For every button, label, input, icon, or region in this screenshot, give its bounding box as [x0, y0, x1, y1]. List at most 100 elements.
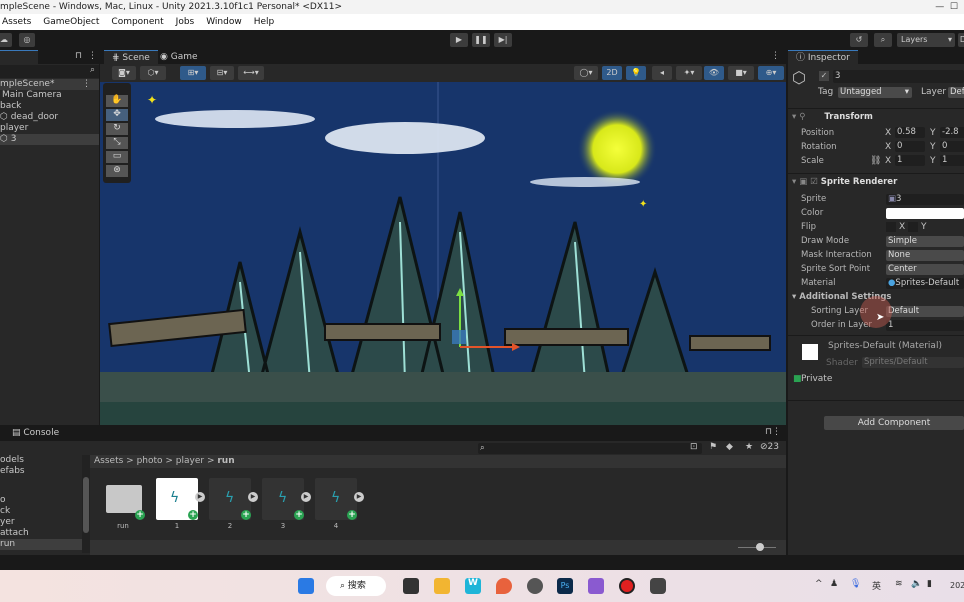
transform-tool-icon[interactable]: ⊛ [106, 165, 128, 177]
folder-item[interactable]: odels [0, 455, 24, 466]
unity-hub-icon[interactable] [527, 578, 543, 594]
hierarchy-item[interactable]: ⬡ dead_door [0, 112, 58, 123]
play-animation-icon[interactable]: ▶ [195, 492, 205, 502]
layer-dropdown[interactable]: Def [948, 87, 964, 98]
breadcrumb-item[interactable]: run [217, 456, 234, 466]
hierarchy-item[interactable]: back [0, 101, 21, 112]
project-search[interactable]: ⌕ [478, 443, 702, 454]
lighting-icon[interactable]: 💡 [626, 66, 646, 80]
hierarchy-item-selected[interactable]: ⬡ 3 [0, 134, 99, 145]
qq-icon[interactable]: ♟ [830, 579, 838, 589]
lock-icon[interactable]: ⊓ [75, 51, 82, 61]
draw-mode-dropdown[interactable]: Simple [886, 236, 964, 247]
menu-assets[interactable]: Assets [2, 14, 31, 30]
wps-icon[interactable]: W [465, 578, 481, 594]
order-in-layer-field[interactable]: 1 [886, 320, 964, 331]
icon-size-slider[interactable] [756, 543, 764, 551]
hierarchy-search[interactable]: ⌕ [0, 65, 99, 78]
flip-x-checkbox[interactable] [886, 222, 896, 232]
move-tool-icon[interactable]: ✥ [106, 109, 128, 121]
tag-dropdown[interactable]: Untagged ▾ [838, 87, 912, 98]
sort-point-dropdown[interactable]: Center [886, 264, 964, 275]
selected-sprite[interactable] [452, 330, 466, 344]
grid-snap-dropdown[interactable]: ⊞▾ [180, 66, 206, 80]
more-icon[interactable]: ⋮ [88, 51, 97, 61]
menu-component[interactable]: Component [111, 14, 163, 30]
tab-scene[interactable]: ⋕ Scene [104, 50, 158, 64]
scene-viewport[interactable]: ✦ ✦ [100, 82, 786, 425]
taskbar-search[interactable]: ⌕ 搜索 [326, 576, 386, 596]
link-icon[interactable]: ⛓ [870, 156, 881, 166]
2d-toggle[interactable]: 2D [602, 66, 622, 80]
rotation-y[interactable]: 0 [940, 141, 964, 152]
rotate-tool-icon[interactable]: ↻ [106, 123, 128, 135]
folder-item[interactable]: ck [0, 506, 10, 517]
history-icon[interactable]: ↺ [850, 33, 868, 47]
browser-icon[interactable] [496, 578, 512, 594]
task-view-icon[interactable] [403, 578, 419, 594]
transform-header[interactable]: ▾ ⚲ Transform [788, 108, 964, 124]
search-by-type-icon[interactable]: ⊡ [690, 442, 698, 452]
play-button[interactable]: ▶ [450, 33, 468, 47]
collab-icon[interactable]: ◎ [19, 33, 35, 47]
volume-icon[interactable]: 🔈 [911, 579, 922, 589]
rect-tool-icon[interactable]: ▭ [106, 151, 128, 163]
rotation-x[interactable]: 0 [895, 141, 925, 152]
hierarchy-item[interactable]: player [0, 123, 28, 134]
cloud-icon[interactable]: ☁ [0, 33, 12, 47]
breadcrumb-item[interactable]: Assets [94, 456, 123, 466]
material-field[interactable]: ●Sprites-Default [886, 278, 964, 289]
menu-jobs[interactable]: Jobs [176, 14, 195, 30]
file-explorer-icon[interactable] [434, 578, 450, 594]
more-icon[interactable]: ⋮ [771, 51, 780, 61]
filter-type-icon[interactable]: ⚑ [709, 442, 717, 452]
folder-item-selected[interactable]: run [0, 539, 82, 550]
wifi-icon[interactable]: ≋ [895, 579, 903, 589]
unity-icon[interactable] [650, 578, 666, 594]
folder-icon[interactable] [106, 485, 142, 513]
grid-dropdown[interactable]: ⊟▾ [210, 66, 234, 80]
record-icon[interactable] [619, 578, 635, 594]
position-y[interactable]: -2.8 [940, 127, 964, 138]
pause-button[interactable]: ❚❚ [472, 33, 490, 47]
play-animation-icon[interactable]: ▶ [248, 492, 258, 502]
active-checkbox[interactable]: ✓ [819, 71, 829, 81]
tab-game[interactable]: ◉ Game [152, 50, 206, 64]
step-button[interactable]: ▶| [494, 33, 512, 47]
play-animation-icon[interactable]: ▶ [301, 492, 311, 502]
hierarchy-item[interactable]: Main Camera [2, 90, 62, 101]
scale-x[interactable]: 1 [895, 155, 925, 166]
effects-dropdown[interactable]: ✦▾ [676, 66, 702, 80]
sprite-renderer-header[interactable]: ▾ ▣ ☑ Sprite Renderer [788, 173, 964, 189]
folder-item[interactable]: efabs [0, 466, 25, 477]
menu-gameobject[interactable]: GameObject [43, 14, 99, 30]
mask-interaction-dropdown[interactable]: None [886, 250, 964, 261]
breadcrumb-item[interactable]: photo [137, 456, 163, 466]
play-animation-icon[interactable]: ▶ [354, 492, 364, 502]
tab-hierarchy[interactable] [0, 50, 38, 64]
microphone-icon[interactable]: 🎙 [850, 579, 861, 589]
render-mode-dropdown[interactable]: ◯▾ [574, 66, 598, 80]
folder-tree-scrollbar[interactable] [82, 455, 90, 553]
clock[interactable]: 202 [950, 581, 964, 590]
layout-dropdown[interactable]: D [958, 33, 964, 47]
folder-item[interactable]: yer [0, 517, 15, 528]
hand-tool-icon[interactable]: ✋ [106, 95, 128, 107]
lock-icon[interactable]: ⊓ [765, 427, 772, 437]
window-controls[interactable]: — ☐ [935, 0, 958, 14]
start-icon[interactable] [298, 578, 314, 594]
menu-help[interactable]: Help [254, 14, 275, 30]
filter-label-icon[interactable]: ◆ [726, 442, 733, 452]
visual-studio-icon[interactable] [588, 578, 604, 594]
scale-y[interactable]: 1 [940, 155, 964, 166]
shading-dropdown[interactable]: ⬡▾ [140, 66, 166, 80]
hidden-packages-toggle[interactable]: ⊘23 [760, 442, 779, 452]
tab-console[interactable]: ▤ Console [4, 425, 67, 441]
folder-item[interactable]: attach [0, 528, 29, 539]
audio-icon[interactable]: ◂ [652, 66, 672, 80]
photoshop-icon[interactable]: Ps [557, 578, 573, 594]
scale-tool-icon[interactable]: ⤡ [106, 137, 128, 149]
tray-chevron-icon[interactable]: ^ [815, 579, 823, 589]
more-icon[interactable]: ⋮ [772, 427, 781, 437]
sorting-layer-dropdown[interactable]: Default [886, 306, 964, 317]
